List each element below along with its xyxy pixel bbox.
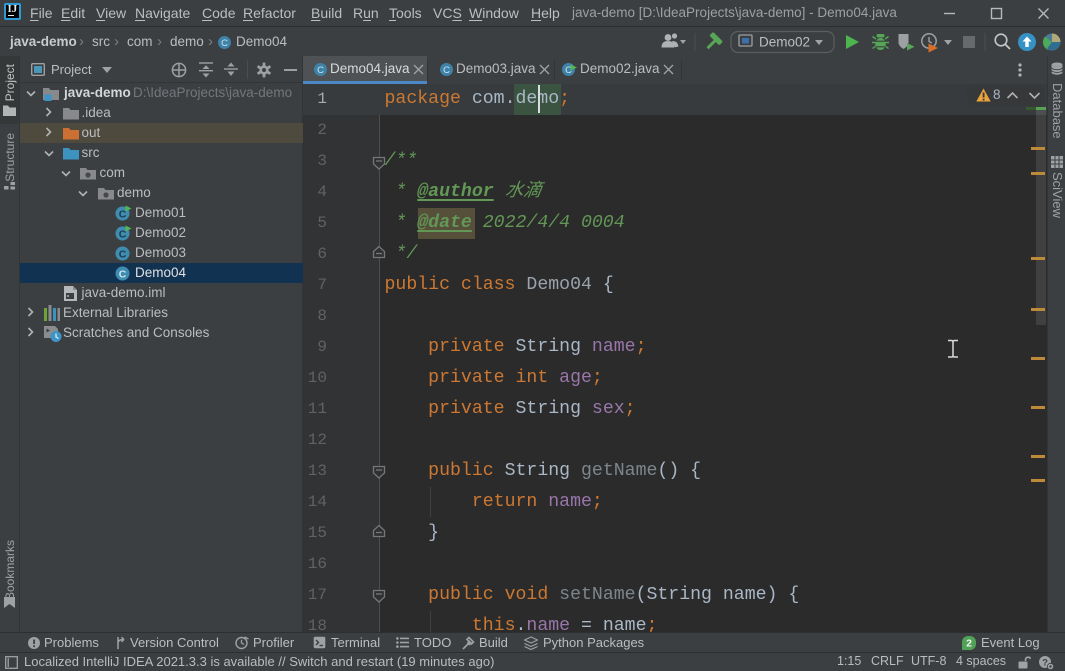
svg-text:C: C xyxy=(119,249,127,261)
svg-text:C: C xyxy=(443,65,450,76)
svg-text:C: C xyxy=(221,38,228,49)
svg-text:C: C xyxy=(119,269,127,281)
svg-text:C: C xyxy=(317,65,324,76)
svg-text:Demo02: Demo02 xyxy=(759,35,810,50)
svg-text:2: 2 xyxy=(966,638,972,650)
